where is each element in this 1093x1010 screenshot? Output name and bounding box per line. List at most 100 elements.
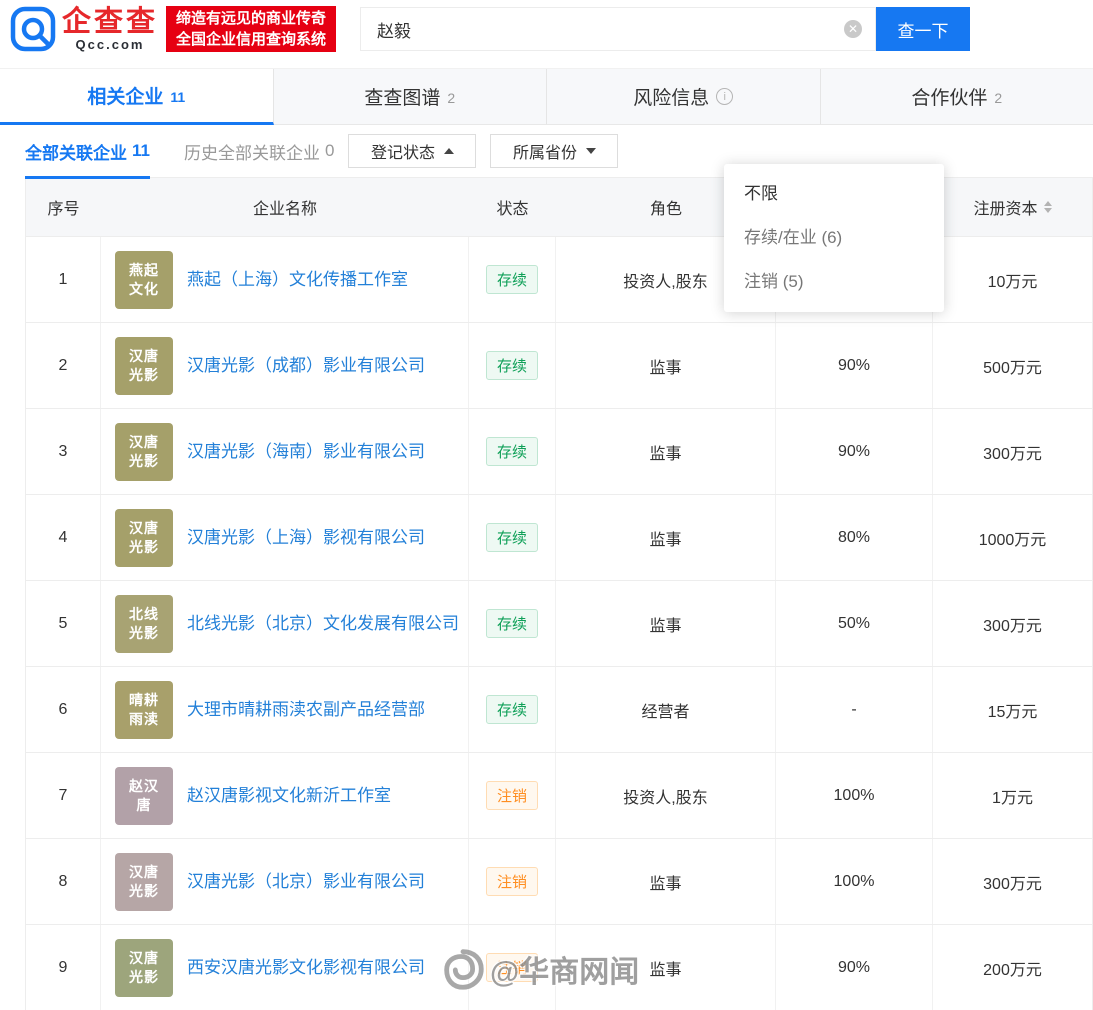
promo-line1: 缔造有远见的商业传奇 xyxy=(176,8,326,29)
company-cell: 晴耕 雨渎 大理市晴耕雨渎农副产品经营部 xyxy=(101,667,469,752)
subtab-history-related[interactable]: 历史全部关联企业 0 xyxy=(184,139,334,164)
company-logo: 赵汉 唐 xyxy=(115,767,173,825)
table-row: 7 赵汉 唐 赵汉唐影视文化新沂工作室 注销 投资人,股东 100% 1万元 xyxy=(26,752,1092,838)
company-logo: 汉唐 光影 xyxy=(115,939,173,997)
tab-risk-info[interactable]: 风险信息 i xyxy=(547,69,821,125)
search-button[interactable]: 查一下 xyxy=(876,7,970,51)
capital-cell: 300万元 xyxy=(933,839,1092,924)
chevron-up-icon xyxy=(444,148,454,154)
status-badge: 存续 xyxy=(486,351,538,380)
company-cell: 汉唐 光影 汉唐光影（上海）影视有限公司 xyxy=(101,495,469,580)
table-row: 5 北线 光影 北线光影（北京）文化发展有限公司 存续 监事 50% 300万元 xyxy=(26,580,1092,666)
dropdown-item-cancelled[interactable]: 注销 (5) xyxy=(724,260,944,304)
capital-cell: 500万元 xyxy=(933,323,1092,408)
row-index: 4 xyxy=(26,495,101,580)
tab-chart-graph[interactable]: 查查图谱 2 xyxy=(274,69,548,125)
promo-line2: 全国企业信用查询系统 xyxy=(176,29,326,50)
company-logo: 汉唐 光影 xyxy=(115,337,173,395)
col-capital-label: 注册资本 xyxy=(973,195,1037,219)
subtab-label: 历史全部关联企业 xyxy=(184,139,320,164)
search-input[interactable] xyxy=(360,7,876,51)
status-cell: 注销 xyxy=(469,753,556,838)
ratio-cell: 100% xyxy=(776,839,933,924)
company-logo: 汉唐 光影 xyxy=(115,423,173,481)
tab-label: 相关企业 xyxy=(87,82,163,109)
status-cell: 存续 xyxy=(469,323,556,408)
company-name-link[interactable]: 西安汉唐光影文化影视有限公司 xyxy=(187,954,425,981)
tab-related-companies[interactable]: 相关企业 11 xyxy=(0,69,274,125)
company-cell: 汉唐 光影 汉唐光影（海南）影业有限公司 xyxy=(101,409,469,494)
ratio-cell: 100% xyxy=(776,753,933,838)
ratio-cell: 90% xyxy=(776,925,933,1010)
capital-cell: 10万元 xyxy=(933,237,1092,322)
company-name-link[interactable]: 汉唐光影（北京）影业有限公司 xyxy=(187,868,425,895)
table-row: 8 汉唐 光影 汉唐光影（北京）影业有限公司 注销 监事 100% 300万元 xyxy=(26,838,1092,924)
table-row: 9 汉唐 光影 西安汉唐光影文化影视有限公司 注销 监事 90% 200万元 xyxy=(26,924,1092,1010)
ratio-cell: 50% xyxy=(776,581,933,666)
company-cell: 赵汉 唐 赵汉唐影视文化新沂工作室 xyxy=(101,753,469,838)
col-capital[interactable]: 注册资本 xyxy=(933,195,1092,219)
ratio-cell: - xyxy=(776,667,933,752)
tab-partners[interactable]: 合作伙伴 2 xyxy=(821,69,1093,125)
filter-registration-status[interactable]: 登记状态 xyxy=(348,134,476,168)
chevron-down-icon xyxy=(586,148,596,154)
company-name-link[interactable]: 汉唐光影（上海）影视有限公司 xyxy=(187,524,425,551)
status-cell: 存续 xyxy=(469,409,556,494)
company-cell: 汉唐 光影 西安汉唐光影文化影视有限公司 xyxy=(101,925,469,1010)
company-name-link[interactable]: 北线光影（北京）文化发展有限公司 xyxy=(187,610,459,637)
status-dropdown-menu: 不限 存续/在业 (6) 注销 (5) xyxy=(724,164,944,312)
role-cell: 监事 xyxy=(556,581,776,666)
row-index: 6 xyxy=(26,667,101,752)
company-name-link[interactable]: 赵汉唐影视文化新沂工作室 xyxy=(187,782,391,809)
capital-cell: 300万元 xyxy=(933,581,1092,666)
role-cell: 监事 xyxy=(556,925,776,1010)
subtab-count: 11 xyxy=(132,141,150,161)
role-cell: 监事 xyxy=(556,323,776,408)
company-name-link[interactable]: 汉唐光影（成都）影业有限公司 xyxy=(187,352,425,379)
info-icon: i xyxy=(716,88,733,105)
table-row: 4 汉唐 光影 汉唐光影（上海）影视有限公司 存续 监事 80% 1000万元 xyxy=(26,494,1092,580)
company-logo: 北线 光影 xyxy=(115,595,173,653)
col-name: 企业名称 xyxy=(101,195,469,219)
sort-icon[interactable] xyxy=(1044,201,1052,213)
capital-cell: 200万元 xyxy=(933,925,1092,1010)
status-badge: 注销 xyxy=(486,867,538,896)
status-cell: 存续 xyxy=(469,667,556,752)
status-cell: 注销 xyxy=(469,925,556,1010)
status-cell: 存续 xyxy=(469,581,556,666)
dropdown-item-all[interactable]: 不限 xyxy=(724,172,944,216)
status-badge: 存续 xyxy=(486,265,538,294)
capital-cell: 1000万元 xyxy=(933,495,1092,580)
tab-count: 2 xyxy=(994,90,1002,106)
brand-domain: Qcc.com xyxy=(62,37,158,52)
row-index: 7 xyxy=(26,753,101,838)
company-name-link[interactable]: 燕起（上海）文化传播工作室 xyxy=(187,266,408,293)
main-tab-bar: 相关企业 11 查查图谱 2 风险信息 i 合作伙伴 2 xyxy=(0,68,1093,125)
company-name-link[interactable]: 大理市晴耕雨渎农副产品经营部 xyxy=(187,696,425,723)
status-badge: 存续 xyxy=(486,609,538,638)
table-row: 3 汉唐 光影 汉唐光影（海南）影业有限公司 存续 监事 90% 300万元 xyxy=(26,408,1092,494)
role-cell: 监事 xyxy=(556,495,776,580)
col-status: 状态 xyxy=(469,195,556,219)
subtab-all-related[interactable]: 全部关联企业 11 xyxy=(25,139,150,164)
company-logo: 汉唐 光影 xyxy=(115,509,173,567)
filter-province[interactable]: 所属省份 xyxy=(490,134,618,168)
role-cell: 监事 xyxy=(556,839,776,924)
company-logo: 汉唐 光影 xyxy=(115,853,173,911)
subtab-label: 全部关联企业 xyxy=(25,139,127,164)
status-badge: 存续 xyxy=(486,695,538,724)
tab-count: 2 xyxy=(447,90,455,106)
dropdown-item-active[interactable]: 存续/在业 (6) xyxy=(724,216,944,260)
clear-search-icon[interactable]: ✕ xyxy=(844,20,862,38)
status-cell: 存续 xyxy=(469,495,556,580)
company-logo: 燕起 文化 xyxy=(115,251,173,309)
tab-label: 风险信息 xyxy=(633,83,709,110)
status-badge: 存续 xyxy=(486,523,538,552)
status-badge: 注销 xyxy=(486,953,538,982)
row-index: 5 xyxy=(26,581,101,666)
company-name-link[interactable]: 汉唐光影（海南）影业有限公司 xyxy=(187,438,425,465)
ratio-cell: 80% xyxy=(776,495,933,580)
company-logo: 晴耕 雨渎 xyxy=(115,681,173,739)
company-cell: 汉唐 光影 汉唐光影（北京）影业有限公司 xyxy=(101,839,469,924)
capital-cell: 1万元 xyxy=(933,753,1092,838)
